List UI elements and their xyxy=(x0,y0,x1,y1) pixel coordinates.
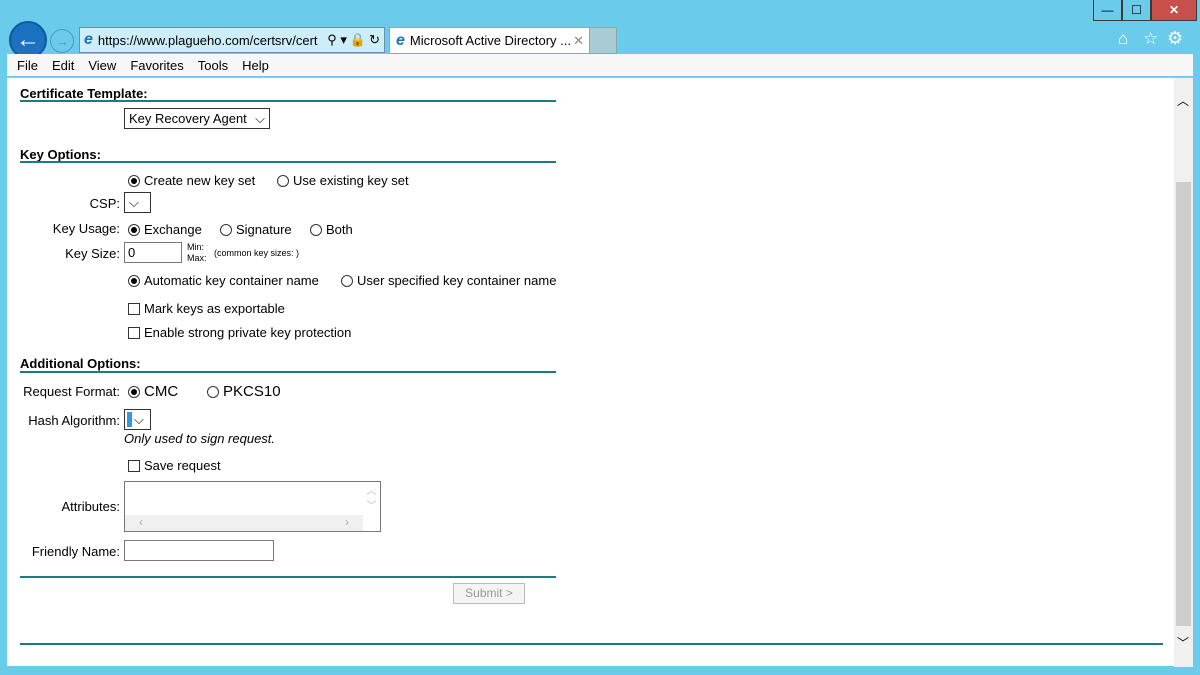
menu-bar: File Edit View Favorites Tools Help xyxy=(7,54,1193,76)
hash-note: Only used to sign request. xyxy=(124,431,276,446)
chevron-down-icon: ⌵ xyxy=(129,194,139,210)
request-format-label: Request Format: xyxy=(23,384,120,399)
close-button[interactable]: ✕ xyxy=(1151,0,1197,21)
key-size-range: Min: Max: xyxy=(187,242,207,264)
scroll-down-icon[interactable]: ﹀ xyxy=(1177,634,1189,651)
hash-algorithm-select[interactable]: ⌵ xyxy=(124,409,151,430)
submit-button[interactable]: Submit > xyxy=(453,583,525,604)
divider xyxy=(20,371,556,373)
divider xyxy=(20,576,556,578)
csp-label: CSP: xyxy=(89,196,120,211)
label: User specified key container name xyxy=(357,273,557,288)
lock-icon[interactable]: 🔒 xyxy=(350,32,366,48)
label: Signature xyxy=(236,222,292,237)
checkbox-exportable[interactable]: Mark keys as exportable xyxy=(128,301,285,316)
label: PKCS10 xyxy=(223,383,281,400)
address-bar[interactable]: e https://www.plagueho.com/certsrv/cert … xyxy=(79,27,385,53)
label: Automatic key container name xyxy=(144,273,319,288)
additional-options-heading: Additional Options: xyxy=(20,356,141,371)
key-options-heading: Key Options: xyxy=(20,147,101,162)
tab-title: Microsoft Active Directory ... xyxy=(409,33,571,48)
url-text: https://www.plagueho.com/certsrv/cert xyxy=(97,32,318,48)
radio-user-container[interactable]: User specified key container name xyxy=(341,273,556,288)
attributes-label: Attributes: xyxy=(61,499,120,514)
refresh-icon[interactable]: ↻ xyxy=(369,32,380,48)
divider xyxy=(20,643,1163,645)
common-key-sizes: (common key sizes: ) xyxy=(214,248,300,258)
radio-exchange[interactable]: Exchange xyxy=(128,222,202,237)
new-tab-button[interactable] xyxy=(589,27,617,54)
select-value: Key Recovery Agent xyxy=(129,111,247,126)
minimize-button[interactable]: — xyxy=(1093,0,1122,21)
label: Create new key set xyxy=(144,173,256,188)
max-label: Max: xyxy=(187,253,207,263)
scroll-up-icon[interactable]: ︿ xyxy=(1177,92,1189,109)
radio-signature[interactable]: Signature xyxy=(220,222,292,237)
page-scrollbar[interactable]: ︿ ﹀ xyxy=(1174,78,1193,667)
radio-cmc[interactable]: CMC xyxy=(128,383,178,400)
menu-edit[interactable]: Edit xyxy=(52,58,74,73)
radio-auto-container[interactable]: Automatic key container name xyxy=(128,273,319,288)
page-content: Certificate Template: Key Recovery Agent… xyxy=(7,77,1193,667)
horizontal-scrollbar[interactable]: ‹ › xyxy=(125,515,363,531)
attributes-textarea[interactable]: ︿ ﹀ ‹ › xyxy=(124,481,381,532)
cert-template-select[interactable]: Key Recovery Agent ⌵ xyxy=(124,108,270,129)
search-icon[interactable]: ⚲ ▾ xyxy=(327,32,347,48)
divider xyxy=(20,161,556,163)
forward-button[interactable]: → xyxy=(50,29,74,53)
label: Save request xyxy=(144,458,221,473)
ie-icon: e xyxy=(396,31,405,49)
radio-use-existing[interactable]: Use existing key set xyxy=(277,173,409,188)
friendly-name-input[interactable] xyxy=(124,540,274,561)
radio-pkcs10[interactable]: PKCS10 xyxy=(207,383,281,400)
radio-both[interactable]: Both xyxy=(310,222,353,237)
label: Exchange xyxy=(144,222,202,237)
label: Both xyxy=(326,222,353,237)
min-label: Min: xyxy=(187,242,205,252)
ie-icon: e xyxy=(84,31,93,48)
hash-algorithm-label: Hash Algorithm: xyxy=(28,413,120,428)
label: Use existing key set xyxy=(293,173,409,188)
maximize-button[interactable]: ☐ xyxy=(1122,0,1151,21)
checkbox-save-request[interactable]: Save request xyxy=(128,458,221,473)
menu-help[interactable]: Help xyxy=(242,58,269,73)
menu-view[interactable]: View xyxy=(88,58,116,73)
chevron-down-icon: ⌵ xyxy=(134,411,144,427)
divider xyxy=(20,100,556,102)
csp-select[interactable]: ⌵ xyxy=(124,192,151,213)
tab-close-icon[interactable]: ✕ xyxy=(573,33,584,49)
favorites-star-icon[interactable]: ☆ xyxy=(1143,29,1158,49)
vertical-scrollbar[interactable]: ︿ ﹀ xyxy=(363,482,380,516)
key-size-input[interactable]: 0 xyxy=(124,242,182,263)
label: CMC xyxy=(144,383,179,400)
friendly-name-label: Friendly Name: xyxy=(31,544,120,559)
selection-highlight xyxy=(127,412,132,427)
radio-create-new[interactable]: Create new key set xyxy=(128,173,255,188)
scroll-thumb[interactable] xyxy=(1176,182,1191,626)
tab-active[interactable]: e Microsoft Active Directory ... ✕ xyxy=(389,27,617,54)
menu-file[interactable]: File xyxy=(17,58,38,73)
checkbox-strong-protection[interactable]: Enable strong private key protection xyxy=(128,325,351,340)
key-usage-label: Key Usage: xyxy=(52,221,120,236)
label: Enable strong private key protection xyxy=(144,325,352,340)
chevron-down-icon: ⌵ xyxy=(255,110,265,126)
home-icon[interactable]: ⌂ xyxy=(1118,29,1128,49)
menu-tools[interactable]: Tools xyxy=(198,58,228,73)
menu-favorites[interactable]: Favorites xyxy=(130,58,183,73)
label: Mark keys as exportable xyxy=(144,301,285,316)
cert-template-heading: Certificate Template: xyxy=(20,86,148,101)
gear-icon[interactable]: ⚙ xyxy=(1167,28,1183,49)
key-size-label: Key Size: xyxy=(65,246,120,261)
